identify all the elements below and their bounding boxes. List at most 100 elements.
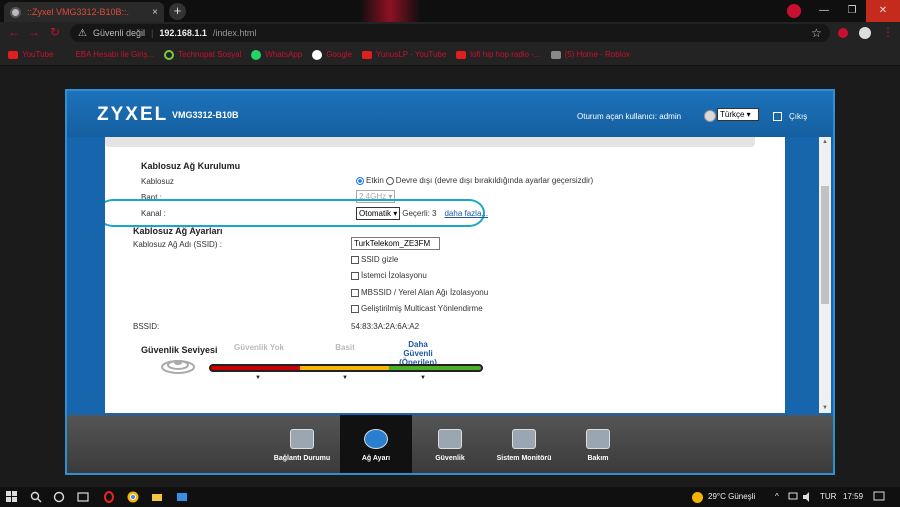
power-icon [164, 49, 175, 60]
bssid-label: BSSID: [133, 322, 160, 331]
language-select[interactable]: Türkçe ▾ [717, 108, 759, 121]
address-bar[interactable]: ⚠ Güvenli değil | 192.168.1.1/index.html [70, 24, 830, 42]
ssid-input[interactable]: TurkTelekom_ZE3FM [351, 237, 440, 250]
network-icon[interactable] [788, 492, 798, 502]
input-language[interactable]: TUR [820, 492, 836, 501]
back-button[interactable]: ← [8, 25, 20, 39]
option-mbssid: MBSSID / Yerel Alan Ağı İzolasyonu [351, 288, 488, 297]
bookmark-whatsapp[interactable]: WhatsApp [251, 49, 302, 60]
search-icon[interactable] [30, 491, 42, 503]
panel-top-edge [105, 137, 755, 147]
channel-select[interactable]: Otomatik ▾ [356, 207, 401, 220]
channel-field: Otomatik ▾ Geçerli: 3 daha fazla... [356, 207, 488, 220]
option-client-isolation: İstemci İzolasyonu [351, 271, 427, 280]
close-window-button[interactable]: ✕ [866, 0, 900, 22]
roblox-icon [550, 50, 561, 59]
bookmark-technopat[interactable]: Technopat Sosyal [164, 49, 241, 60]
tick-marker: ▼ [342, 375, 348, 381]
security-status[interactable]: Güvenli değil [93, 28, 145, 38]
eba-icon [63, 51, 71, 59]
volume-icon[interactable] [802, 492, 812, 502]
wireless-toggle: Etkin Devre dışı (devre dışı bırakıldığı… [356, 176, 593, 185]
security-none-label[interactable]: Güvenlik Yok [229, 343, 289, 352]
network-settings-icon [364, 428, 388, 449]
security-basic-label[interactable]: Basit [325, 343, 365, 352]
nav-maintenance[interactable]: Bakım [562, 415, 634, 473]
tray-expand-icon[interactable]: ^ [775, 492, 779, 501]
opera-icon[interactable] [103, 491, 115, 503]
page-viewport: ZYXEL VMG3312-B10B Oturum açan kullanıcı… [0, 67, 900, 487]
warning-icon[interactable]: ⚠ [78, 28, 87, 39]
security-level-slider[interactable] [209, 364, 483, 372]
mbssid-checkbox[interactable] [351, 288, 359, 297]
youtube-icon [456, 50, 467, 59]
logout-icon[interactable] [773, 112, 782, 121]
wireless-label: Kablosuz [141, 177, 174, 186]
browser-tab[interactable]: ::Zyxel VMG3312-B10B::. × [4, 2, 164, 22]
file-explorer-icon[interactable] [151, 491, 163, 503]
logout-link[interactable]: Çıkış [789, 112, 807, 121]
tab-strip: ::Zyxel VMG3312-B10B::. × + — ❐ ✕ [0, 0, 900, 22]
nav-connection-status[interactable]: Bağlantı Durumu [266, 415, 338, 473]
client-isolation-checkbox[interactable] [351, 271, 359, 280]
reload-button[interactable]: ↻ [50, 25, 60, 39]
tab-title: ::Zyxel VMG3312-B10B::. [27, 7, 130, 17]
notification-icon[interactable] [873, 491, 885, 503]
bookmark-google[interactable]: Google [312, 49, 352, 60]
youtube-icon [362, 50, 372, 59]
nav-system-monitor[interactable]: Sistem Monitörü [488, 415, 560, 473]
profile-avatar[interactable] [859, 27, 871, 39]
youtube-icon [8, 50, 18, 59]
maintenance-icon [586, 428, 610, 449]
extension-icon[interactable] [838, 28, 848, 38]
scroll-down-icon[interactable]: ▼ [819, 405, 831, 411]
maximize-button[interactable]: ❐ [838, 0, 866, 22]
clock[interactable]: 17:59 [843, 492, 863, 501]
windows-start-icon[interactable] [6, 491, 18, 503]
tick-marker: ▼ [420, 375, 426, 381]
bookmarks-bar: YouTube EBA Hesabı ile Giriş... Technopa… [0, 44, 900, 66]
cortana-icon[interactable] [53, 491, 65, 503]
hide-ssid-checkbox[interactable] [351, 255, 359, 264]
channel-label: Kanal : [141, 209, 166, 218]
tab-close-icon[interactable]: × [152, 7, 158, 18]
wireless-setup-title: Kablosuz Ağ Kurulumu [141, 161, 241, 171]
bookmark-yunuslp[interactable]: YunusLP - YouTube [362, 50, 446, 59]
more-link[interactable]: daha fazla... [444, 209, 488, 218]
wifi-icon [161, 360, 195, 374]
weather-text[interactable]: 29°C Güneşli [708, 492, 755, 501]
multicast-checkbox[interactable] [351, 304, 359, 313]
browser-toolbar: ← → ↻ ⚠ Güvenli değil | 192.168.1.1/inde… [0, 22, 900, 44]
system-monitor-icon [512, 428, 536, 449]
decorative-glow [360, 0, 420, 22]
scroll-thumb[interactable] [821, 186, 829, 304]
scroll-up-icon[interactable]: ▲ [819, 139, 831, 145]
bookmark-eba[interactable]: EBA Hesabı ile Giriş... [63, 50, 154, 59]
task-view-icon[interactable] [77, 491, 89, 503]
bookmark-roblox[interactable]: (5) Home - Roblox [550, 50, 630, 59]
page-scrollbar[interactable]: ▲ ▼ [819, 137, 831, 413]
router-ui: ZYXEL VMG3312-B10B Oturum açan kullanıcı… [65, 89, 835, 475]
enabled-radio[interactable] [356, 176, 364, 185]
security-recommended-label[interactable]: Daha Güvenli (Önerilen) [393, 340, 443, 367]
network-settings-title: Kablosuz Ağ Ayarları [133, 226, 223, 236]
chrome-icon[interactable] [127, 491, 139, 503]
nav-security[interactable]: Güvenlik [414, 415, 486, 473]
option-multicast: Geliştirilmiş Multicast Yönlendirme [351, 304, 483, 313]
settings-panel: Kablosuz Ağ Kurulumu Kablosuz Etkin Devr… [105, 137, 785, 413]
whatsapp-icon [251, 49, 262, 60]
recording-icon[interactable] [787, 4, 801, 18]
new-tab-button[interactable]: + [169, 3, 186, 20]
forward-button[interactable]: → [28, 25, 40, 39]
bookmark-youtube[interactable]: YouTube [8, 50, 53, 59]
disabled-radio[interactable] [385, 176, 394, 185]
browser-menu-icon[interactable]: ⋮ [882, 25, 894, 39]
model-name: VMG3312-B10B [172, 110, 239, 120]
minimize-button[interactable]: — [810, 0, 838, 22]
bookmark-lofi[interactable]: lofi hip hop radio -... [456, 50, 541, 59]
brand-logo: ZYXEL [97, 104, 169, 125]
nav-network-settings[interactable]: Ağ Ayarı [340, 415, 412, 473]
bookmark-star-icon[interactable]: ☆ [811, 26, 822, 40]
app-icon[interactable] [176, 491, 188, 503]
bssid-value: 54:83:3A:2A:6A:A2 [351, 322, 420, 331]
